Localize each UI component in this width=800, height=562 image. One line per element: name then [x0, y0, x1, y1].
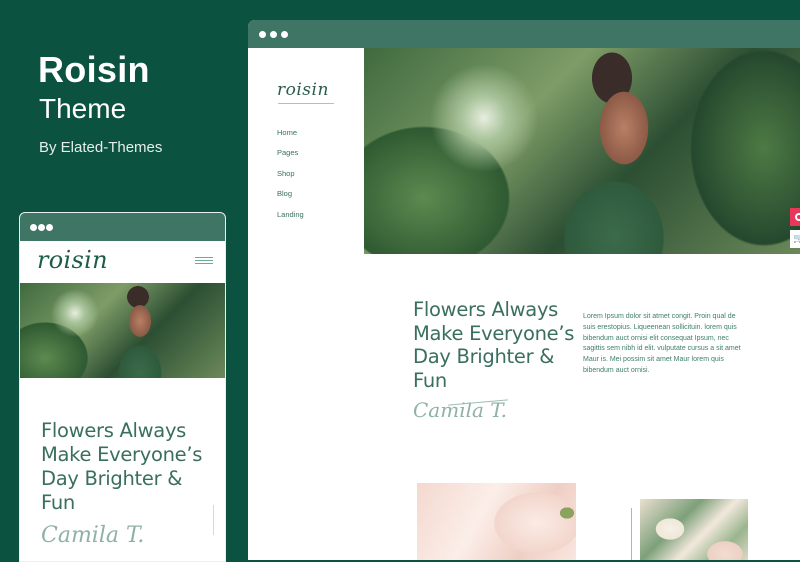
floating-button-circle[interactable]	[790, 208, 800, 226]
brand-title: Roisin	[38, 49, 150, 90]
nav-item-home[interactable]: Home	[277, 128, 304, 148]
mobile-hero-image	[20, 283, 225, 378]
divider-line	[631, 508, 632, 560]
intro-paragraph: Lorem Ipsum dolor sit atmet congit. Proi…	[583, 313, 741, 374]
nav-item-blog[interactable]: Blog	[277, 189, 304, 209]
mobile-preview-window: roisin Flowers Always Make Everyone’s Da…	[19, 212, 226, 562]
gallery-image-bouquet	[640, 499, 748, 560]
circle-icon	[795, 213, 800, 221]
window-dot-icon	[281, 30, 288, 38]
gallery-image-peony	[417, 483, 576, 560]
window-dot-icon	[259, 30, 266, 38]
mobile-divider-line	[213, 505, 214, 535]
sidebar-nav: Home Pages Shop Blog Landing	[277, 128, 304, 230]
window-dot-icon	[270, 30, 277, 38]
nav-item-pages[interactable]: Pages	[277, 148, 304, 168]
brand-byline: By Elated-Themes	[39, 139, 163, 156]
mobile-headline: Flowers Always Make Everyone’s Day Brigh…	[41, 419, 203, 514]
mobile-titlebar	[20, 213, 225, 241]
window-dot-icon	[46, 223, 53, 231]
mobile-header: roisin	[20, 241, 225, 283]
logo-flourish	[278, 103, 334, 104]
cart-icon: 🛒	[793, 234, 800, 244]
window-dot-icon	[30, 223, 37, 231]
hero-image	[364, 48, 800, 254]
window-titlebar	[248, 20, 800, 48]
nav-item-shop[interactable]: Shop	[277, 169, 304, 189]
window-dot-icon	[38, 223, 45, 231]
sidebar: roisin Home Pages Shop Blog Landing	[248, 48, 364, 560]
brand-block: Roisin Theme By Elated-Themes	[38, 49, 163, 157]
nav-item-landing[interactable]: Landing	[277, 210, 304, 230]
headline: Flowers Always Make Everyone’s Day Brigh…	[413, 298, 575, 392]
floating-button-cart[interactable]: 🛒	[790, 230, 800, 248]
desktop-preview-window: roisin Home Pages Shop Blog Landing 🛒 Fl…	[248, 20, 800, 560]
brand-subtitle: Theme	[39, 93, 127, 124]
site-logo[interactable]: roisin	[277, 80, 329, 100]
hamburger-menu-icon[interactable]	[195, 257, 213, 266]
mobile-logo[interactable]: roisin	[37, 246, 108, 274]
mobile-signature: Camila T.	[41, 523, 145, 548]
